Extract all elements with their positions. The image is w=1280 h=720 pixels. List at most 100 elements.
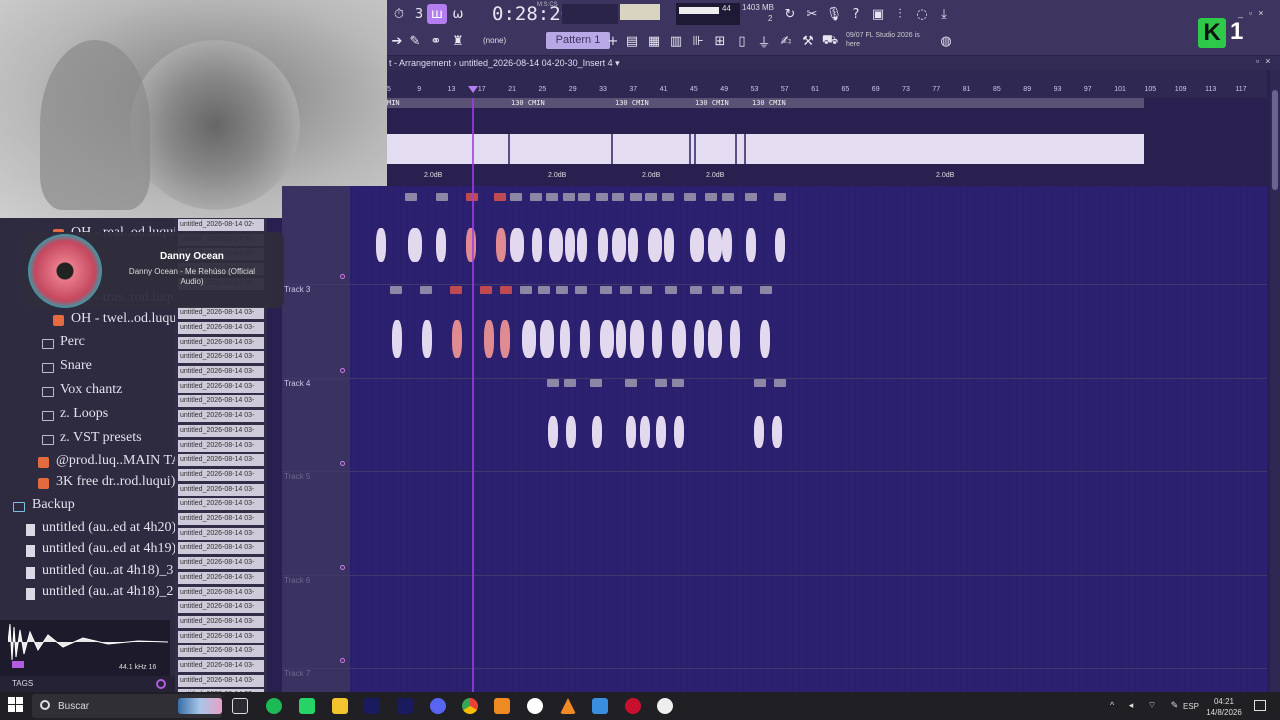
clip-header[interactable] [436, 193, 448, 201]
piano-roll-icon[interactable]: ▥ [666, 31, 686, 51]
clip-header[interactable] [665, 286, 677, 294]
clock[interactable]: 04:21 14/8/2026 [1204, 696, 1244, 718]
track-dot[interactable] [340, 368, 345, 373]
audio-waveform[interactable] [408, 228, 422, 262]
save-icon[interactable]: ▣ [868, 4, 888, 24]
link-icon[interactable]: ⚭ [426, 31, 446, 51]
clip-header[interactable] [612, 193, 624, 201]
audio-waveform[interactable] [592, 416, 602, 448]
clip-header[interactable] [774, 379, 786, 387]
file-list-item[interactable]: untitled_2026-08-14 03- [178, 454, 264, 467]
clip-header[interactable] [760, 286, 772, 294]
audio-waveform[interactable] [648, 228, 662, 262]
channel-select[interactable]: (none) [483, 33, 525, 48]
file-list-item[interactable]: untitled_2026-08-14 03- [178, 527, 264, 540]
file-list-item[interactable]: untitled_2026-08-14 03- [178, 380, 264, 393]
audio-waveform[interactable] [522, 320, 536, 358]
track-name[interactable]: Track 6 [284, 576, 310, 585]
clip-header[interactable] [662, 193, 674, 201]
clip-header[interactable] [547, 379, 559, 387]
clip-header[interactable] [480, 286, 492, 294]
audio-waveform[interactable] [760, 320, 770, 358]
audio-waveform[interactable] [775, 228, 785, 262]
audio-waveform[interactable] [690, 228, 704, 262]
clip-header[interactable] [684, 193, 696, 201]
file-list-item[interactable]: untitled_2026-08-14 03- [178, 498, 264, 511]
audio-waveform[interactable] [510, 228, 524, 262]
arrangement-title[interactable]: t - Arrangement › untitled_2026-08-14 04… [387, 56, 1280, 70]
file-list-item[interactable]: untitled_2026-08-14 03- [178, 468, 264, 481]
audio-waveform[interactable] [580, 320, 590, 358]
audio-waveform[interactable] [672, 320, 686, 358]
spotify-icon[interactable] [266, 698, 282, 714]
audio-waveform[interactable] [746, 228, 756, 262]
clip-header[interactable] [590, 379, 602, 387]
track-name[interactable]: Track 7 [284, 669, 310, 678]
chrome-icon[interactable] [462, 698, 478, 714]
cart-icon[interactable]: ⛟ [820, 31, 840, 51]
notification-icon[interactable] [1254, 700, 1266, 711]
mixer-faders-icon[interactable]: ⊪ [688, 31, 708, 51]
clip-header[interactable] [450, 286, 462, 294]
file-list-item[interactable]: untitled_2026-08-14 03- [178, 615, 264, 628]
premiere-icon[interactable] [364, 698, 380, 714]
audio-waveform[interactable] [656, 416, 666, 448]
browser-item[interactable]: untitled (au..at 4h18)_3 [42, 563, 173, 579]
file-list-item[interactable]: untitled_2026-08-14 03- [178, 571, 264, 584]
track-dot[interactable] [340, 274, 345, 279]
vertical-scrollbar[interactable] [1270, 70, 1280, 692]
audio-waveform[interactable] [600, 320, 614, 358]
file-list-item[interactable]: untitled_2026-08-14 03- [178, 557, 264, 570]
browser-item[interactable]: OH - twel..od.luqui [71, 311, 180, 327]
audio-waveform[interactable] [630, 320, 644, 358]
app-icon[interactable] [657, 698, 673, 714]
window-controls[interactable]: _▫× [1238, 8, 1269, 18]
audio-waveform[interactable] [540, 320, 554, 358]
file-list-item[interactable]: untitled_2026-08-14 03- [178, 410, 264, 423]
audio-waveform[interactable] [532, 228, 542, 262]
clip-header[interactable] [705, 193, 717, 201]
clip-header[interactable] [722, 193, 734, 201]
track-name[interactable]: Track 4 [284, 379, 310, 388]
files-icon[interactable]: ▯ [732, 31, 752, 51]
audio-waveform[interactable] [436, 228, 446, 262]
clip-header[interactable] [630, 193, 642, 201]
clip-header[interactable] [578, 193, 590, 201]
audio-waveform[interactable] [598, 228, 608, 262]
capcut-icon[interactable] [527, 698, 543, 714]
clip-header[interactable] [510, 193, 522, 201]
audio-waveform[interactable] [392, 320, 402, 358]
track-name[interactable]: Track 5 [284, 472, 310, 481]
audio-waveform[interactable] [694, 320, 704, 358]
clip-header[interactable] [712, 286, 724, 294]
download-icon[interactable]: ⤓ [934, 4, 954, 24]
play-preview-icon[interactable] [12, 661, 24, 668]
add-pattern-icon[interactable]: + [603, 31, 623, 51]
track-dot[interactable] [340, 565, 345, 570]
discord-icon[interactable] [430, 698, 446, 714]
clip-header[interactable] [556, 286, 568, 294]
clip-header[interactable] [640, 286, 652, 294]
audio-waveform[interactable] [452, 320, 462, 358]
audio-clip-master[interactable] [387, 134, 1144, 164]
clip-header[interactable] [730, 286, 742, 294]
undo-icon[interactable]: ↻ [780, 4, 800, 24]
scrollbar-thumb[interactable] [1272, 90, 1278, 190]
audio-waveform[interactable] [500, 320, 510, 358]
browser-item[interactable]: 3K free dr..rod.luqui) [56, 474, 175, 490]
file-list-item[interactable]: untitled_2026-08-14 03- [178, 513, 264, 525]
clip-header[interactable] [625, 379, 637, 387]
file-list-item[interactable]: untitled_2026-08-14 03- [178, 601, 264, 614]
clip-header[interactable] [390, 286, 402, 294]
audio-waveform[interactable] [664, 228, 674, 262]
calculator-icon[interactable] [592, 698, 608, 714]
stamp-icon[interactable]: ♜ [448, 31, 468, 51]
clip-header[interactable] [546, 193, 558, 201]
record-icon[interactable] [625, 698, 641, 714]
channel-rack-icon[interactable]: ▦ [644, 31, 664, 51]
audio-waveform[interactable] [674, 416, 684, 448]
file-list-item[interactable]: untitled_2026-08-14 03- [178, 439, 264, 452]
clip-header[interactable] [745, 193, 757, 201]
browser-item[interactable]: Backup [32, 497, 75, 513]
audio-waveform[interactable] [628, 228, 638, 262]
